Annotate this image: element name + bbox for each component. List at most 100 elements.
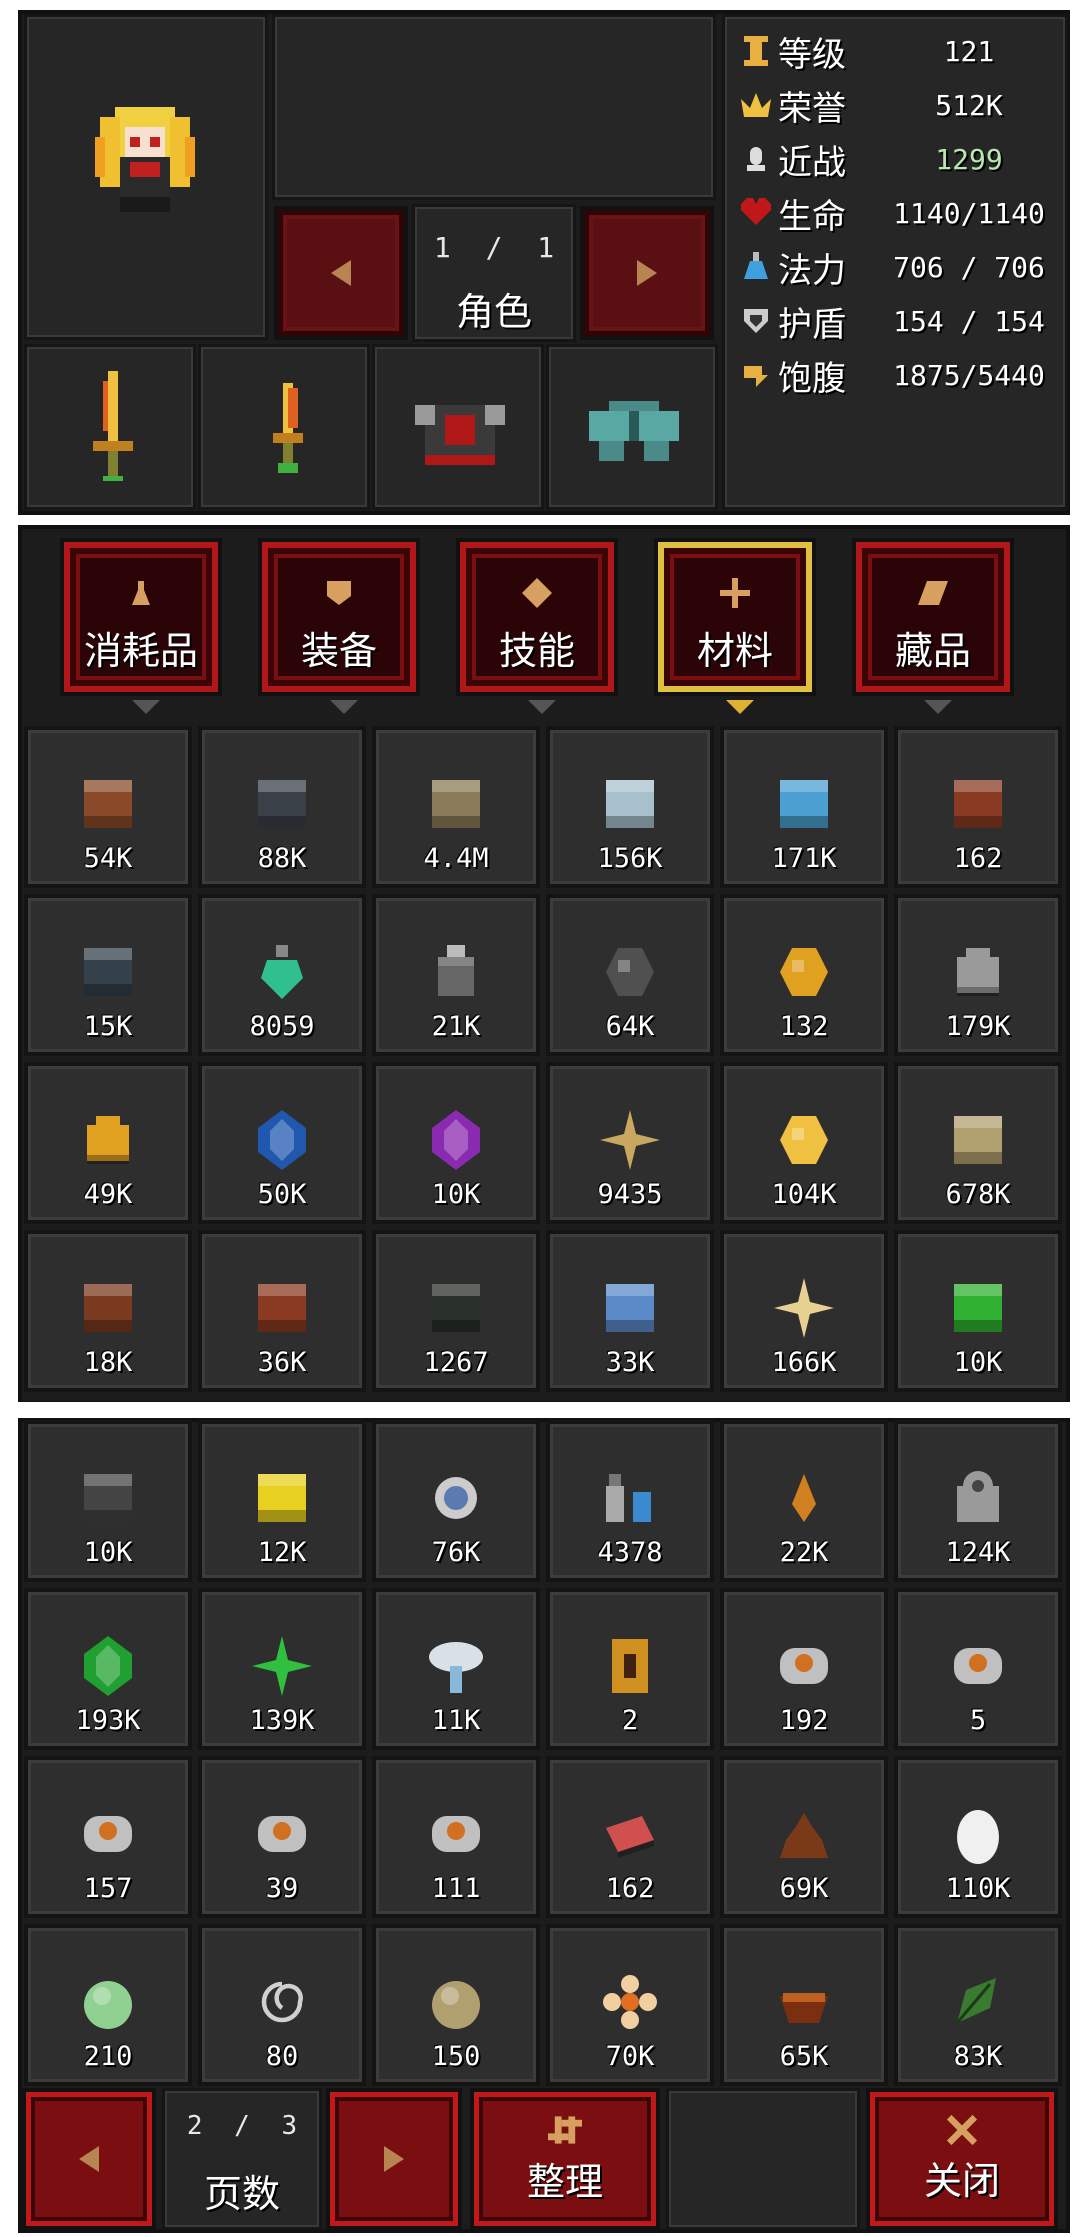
inventory-slot[interactable]: 10K [372,1062,540,1224]
tab-label: 材料 [696,629,773,673]
inventory-slot[interactable]: 36K [198,1230,366,1392]
sort-button[interactable]: 整理 [470,2088,660,2230]
inventory-slot[interactable]: 132 [720,894,888,1056]
tab-collection[interactable]: 藏品 [852,538,1014,714]
inventory-slot[interactable]: 4378 [546,1420,714,1582]
page-total: 1 [537,231,555,264]
tab-flask[interactable]: 消耗品 [60,538,222,714]
inventory-slot[interactable]: 65K [720,1924,888,2086]
inventory-slot[interactable]: 12K [198,1420,366,1582]
inventory-slot[interactable]: 64K [546,894,714,1056]
item-count: 18K [83,1347,133,1378]
left-arrow-icon [79,2146,99,2172]
next-character-button[interactable] [580,206,714,340]
equip-slot-weapon[interactable] [24,344,196,510]
right-arrow-icon [637,260,657,286]
inventory-slot[interactable]: 162 [894,726,1062,888]
inventory-slot[interactable]: 88K [198,726,366,888]
inventory-slot[interactable]: 70K [546,1924,714,2086]
item-count: 4.4M [423,843,489,874]
inventory-slot[interactable]: 166K [720,1230,888,1392]
item-count: 88K [257,843,307,874]
tab-pointer [726,700,754,714]
item-count: 179K [945,1011,1011,1042]
tab-material[interactable]: 材料 [654,538,816,714]
equip-slot-armor[interactable] [372,344,544,510]
sand-block-icon [426,774,486,834]
inventory-slot[interactable]: 22K [720,1420,888,1582]
inventory-slot[interactable]: 157 [24,1756,192,1918]
inventory-slot[interactable]: 69K [720,1756,888,1918]
orb-icon [426,1468,486,1528]
inventory-slot[interactable]: 150 [372,1924,540,2086]
gold-nugget-icon [774,1110,834,1170]
item-count: 33K [605,1347,655,1378]
inventory-slot[interactable]: 171K [720,726,888,888]
inventory-slot[interactable]: 678K [894,1062,1062,1224]
next-page-button[interactable] [326,2088,462,2230]
item-count: 80 [265,2041,299,2072]
item-count: 678K [945,1179,1011,1210]
prev-character-button[interactable] [274,206,408,340]
right-arrow-icon [384,2146,404,2172]
inventory-slot[interactable]: 33K [546,1230,714,1392]
equip-slot-offhand[interactable] [198,344,370,510]
inventory-slot[interactable]: 39 [198,1756,366,1918]
machine-icon [948,1468,1008,1528]
inventory-slot[interactable]: 11K [372,1588,540,1750]
inventory-slot[interactable]: 162 [546,1756,714,1918]
inventory-slot[interactable]: 18K [24,1230,192,1392]
inventory-slot[interactable]: 49K [24,1062,192,1224]
egg-icon [948,1804,1008,1864]
inventory-slot[interactable]: 156K [546,726,714,888]
avatar-slot[interactable] [24,14,268,340]
inventory-slot[interactable]: 10K [24,1420,192,1582]
stat-value: 154 / 154 [893,304,1045,338]
item-count: 54K [83,843,133,874]
golden-card-icon [600,1636,660,1696]
inventory-slot[interactable]: 111 [372,1756,540,1918]
item-count: 39 [265,1873,299,1904]
inventory-slot[interactable]: 104K [720,1062,888,1224]
inventory-slot[interactable]: 110K [894,1756,1062,1918]
inventory-slot[interactable]: 139K [198,1588,366,1750]
inventory-slot[interactable]: 124K [894,1420,1062,1582]
inventory-slot[interactable]: 210 [24,1924,192,2086]
page-current: 2 [186,2111,203,2141]
inventory-slot[interactable]: 21K [372,894,540,1056]
tab-skill[interactable]: 技能 [456,538,618,714]
stat-value: 1140/1140 [893,196,1045,230]
glass-block-icon [600,774,660,834]
prev-page-button[interactable] [22,2088,156,2230]
inventory-slot[interactable]: 83K [894,1924,1062,2086]
onion-icon [426,1972,486,2032]
inventory-slot[interactable]: 76K [372,1420,540,1582]
tab-armor[interactable]: 装备 [258,538,420,714]
inventory-slot[interactable]: 8059 [198,894,366,1056]
inventory-slot[interactable]: 179K [894,894,1062,1056]
stat-value: 1299 [935,142,1003,176]
sandstone-icon [948,1110,1008,1170]
item-count: 22K [779,1537,829,1568]
inventory-slot[interactable]: 54K [24,726,192,888]
inventory-slot[interactable]: 80 [198,1924,366,2086]
inventory-slot[interactable]: 50K [198,1062,366,1224]
inventory-slot[interactable]: 15K [24,894,192,1056]
cloak-icon [589,401,679,461]
equip-slot-cloak[interactable] [546,344,718,510]
tab-label: 装备 [300,629,377,673]
inventory-slot[interactable]: 4.4M [372,726,540,888]
left-arrow-icon [331,260,351,286]
inventory-slot[interactable]: 5 [894,1588,1062,1750]
inventory-slot[interactable]: 2 [546,1588,714,1750]
inventory-slot[interactable]: 1267 [372,1230,540,1392]
inventory-slot[interactable]: 9435 [546,1062,714,1224]
item-count: 49K [83,1179,133,1210]
star-shard-icon [774,1278,834,1338]
inventory-slot[interactable]: 192 [720,1588,888,1750]
inventory-slot[interactable]: 10K [894,1230,1062,1392]
skill-icon [522,578,552,608]
inventory-slot[interactable]: 193K [24,1588,192,1750]
tab-label: 消耗品 [83,629,198,673]
close-button[interactable]: 关闭 [866,2088,1058,2230]
